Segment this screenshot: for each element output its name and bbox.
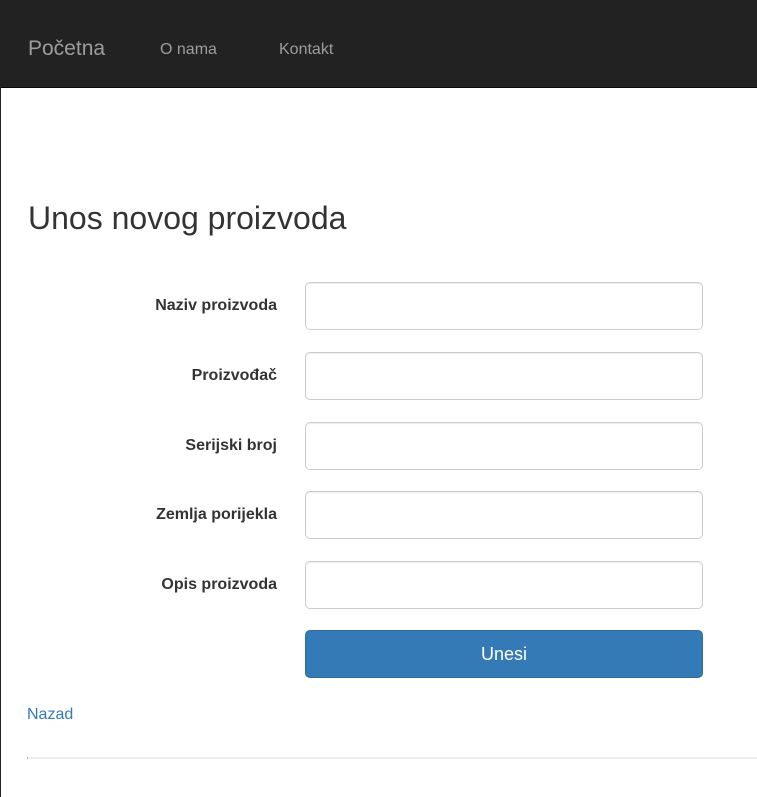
product-name-label: Naziv proizvoda — [155, 297, 277, 314]
footer-divider — [27, 757, 757, 759]
product-description-label: Opis proizvoda — [161, 576, 277, 593]
form-row-product-description: Opis proizvoda — [0, 561, 757, 609]
nav-link-about[interactable]: O nama — [160, 40, 217, 60]
nav-link-contact[interactable]: Kontakt — [279, 40, 333, 60]
submit-button[interactable]: Unesi — [305, 630, 703, 678]
form-row-manufacturer: Proizvođač — [0, 352, 757, 400]
form-row-country-of-origin: Zemlja porijekla — [0, 491, 757, 539]
serial-number-input[interactable] — [305, 422, 703, 470]
serial-number-label: Serijski broj — [185, 437, 277, 454]
page-title: Unos novog proizvoda — [28, 200, 347, 236]
manufacturer-label: Proizvođač — [191, 367, 277, 384]
back-link[interactable]: Nazad — [27, 704, 73, 726]
navbar: Početna O nama Kontakt — [1, 1, 757, 88]
country-of-origin-label: Zemlja porijekla — [156, 506, 277, 523]
product-description-input[interactable] — [305, 561, 703, 609]
country-of-origin-input[interactable] — [305, 491, 703, 539]
form-row-serial-number: Serijski broj — [0, 422, 757, 470]
form-row-product-name: Naziv proizvoda — [0, 282, 757, 330]
nav-brand-home[interactable]: Početna — [28, 35, 105, 63]
manufacturer-input[interactable] — [305, 352, 703, 400]
product-name-input[interactable] — [305, 282, 703, 330]
